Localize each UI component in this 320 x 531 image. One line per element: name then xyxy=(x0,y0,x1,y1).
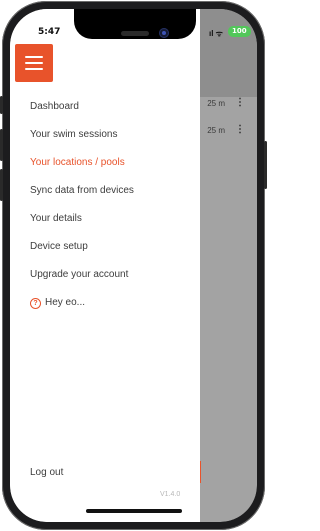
battery-indicator: 100 xyxy=(228,26,251,37)
phone-screen-bezel: 25 m ⋮ 25 m ⋮ 5:47 ıl ᯤ 100 Dashboard Yo… xyxy=(10,9,257,522)
menu-item-dashboard[interactable]: Dashboard xyxy=(30,93,134,121)
hamburger-bar xyxy=(25,68,43,70)
app-version: V1.4.0 xyxy=(160,491,181,498)
hamburger-bar xyxy=(25,62,43,64)
menu-item-your-details[interactable]: Your details xyxy=(30,205,134,233)
power-button xyxy=(264,141,267,189)
menu-list: Dashboard Your swim sessions Your locati… xyxy=(30,93,134,317)
screen: 25 m ⋮ 25 m ⋮ 5:47 ıl ᯤ 100 Dashboard Yo… xyxy=(10,9,257,522)
hamburger-bar xyxy=(25,56,43,58)
help-label: Hey eo... xyxy=(45,297,86,308)
question-circle-icon: ? xyxy=(30,297,41,309)
background-session-row[interactable]: 25 m ⋮ xyxy=(207,123,245,137)
distance-label: 25 m xyxy=(207,98,225,108)
home-indicator[interactable] xyxy=(86,509,182,513)
navigation-drawer: Dashboard Your swim sessions Your locati… xyxy=(10,9,200,522)
signal-wifi-icon: ıl ᯤ xyxy=(209,29,223,38)
status-time: 5:47 xyxy=(38,27,61,37)
volume-up-button xyxy=(0,129,3,161)
logout-button[interactable]: Log out xyxy=(30,467,63,478)
menu-item-locations-pools[interactable]: Your locations / pools xyxy=(30,149,134,177)
menu-item-sync-data[interactable]: Sync data from devices xyxy=(30,177,134,205)
menu-item-device-setup[interactable]: Device setup xyxy=(30,233,134,261)
speaker-grille xyxy=(121,31,149,36)
phone-frame: 25 m ⋮ 25 m ⋮ 5:47 ıl ᯤ 100 Dashboard Yo… xyxy=(0,1,267,530)
front-camera xyxy=(159,28,169,38)
more-options-icon[interactable]: ⋮ xyxy=(235,98,245,108)
volume-down-button xyxy=(0,169,3,201)
menu-item-help[interactable]: ? Hey eo... xyxy=(30,289,134,317)
menu-item-upgrade-account[interactable]: Upgrade your account xyxy=(30,261,134,289)
menu-item-swim-sessions[interactable]: Your swim sessions xyxy=(30,121,134,149)
distance-label: 25 m xyxy=(207,125,225,135)
status-bar: 5:47 ıl ᯤ 100 xyxy=(10,9,257,53)
more-options-icon[interactable]: ⋮ xyxy=(235,125,245,135)
background-session-row[interactable]: 25 m ⋮ xyxy=(207,96,245,110)
silent-switch xyxy=(0,96,3,114)
